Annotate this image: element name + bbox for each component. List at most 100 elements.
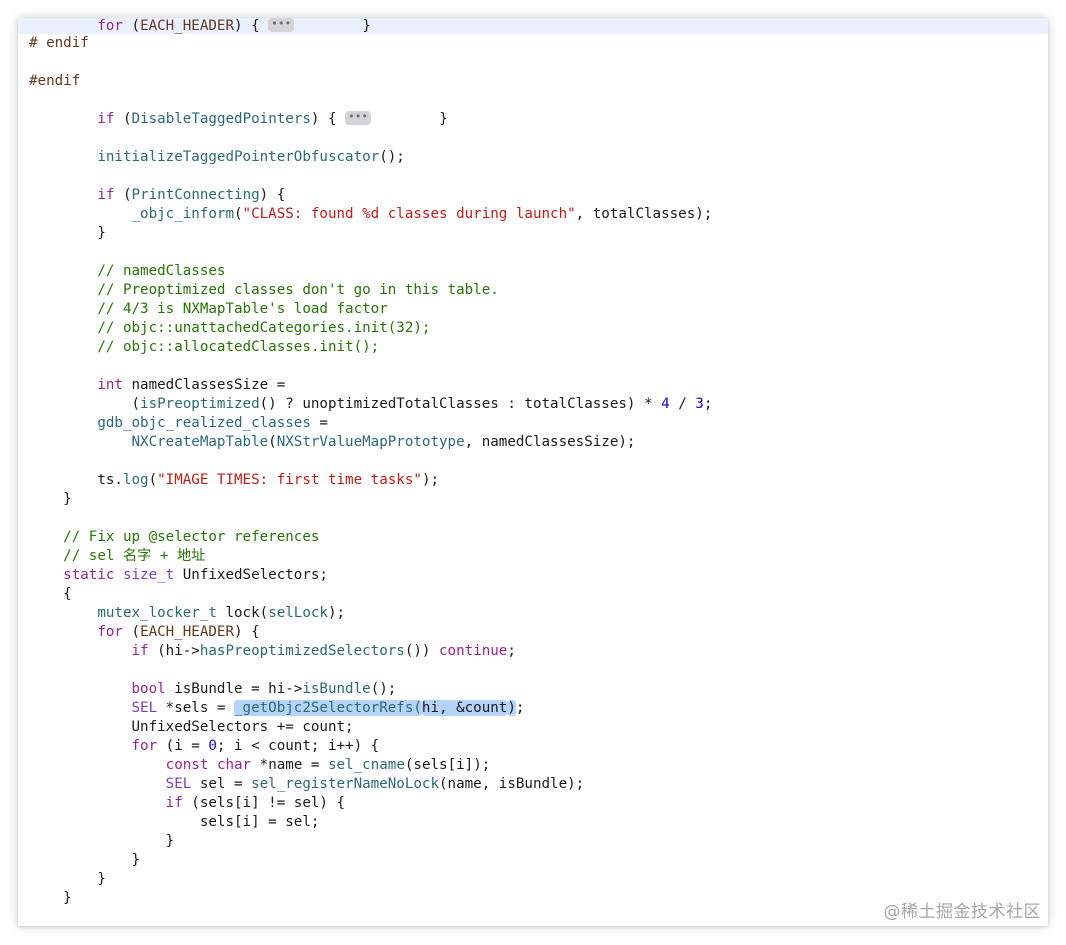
code-token: ts.	[29, 472, 123, 488]
code-line[interactable]	[18, 129, 1048, 148]
code-line[interactable]: // Preoptimized classes don't go in this…	[18, 281, 1048, 300]
code-line[interactable]: # endif	[18, 34, 1048, 53]
code-token: ;	[515, 700, 525, 716]
code-line[interactable]: static size_t UnfixedSelectors;	[18, 566, 1048, 585]
code-line[interactable]: _objc_inform("CLASS: found %d classes du…	[18, 205, 1048, 224]
code-token: lock(	[216, 605, 269, 621]
code-line[interactable]	[18, 243, 1048, 262]
code-line[interactable]: initializeTaggedPointerObfuscator();	[18, 148, 1048, 167]
code-token: /	[669, 396, 696, 412]
code-token: 3	[695, 396, 704, 412]
code-line[interactable]: }	[18, 224, 1048, 243]
code-line[interactable]: // namedClasses	[18, 262, 1048, 281]
code-line[interactable]: // objc::allocatedClasses.init();	[18, 338, 1048, 357]
selected-code-token: )	[507, 700, 516, 716]
code-line[interactable]: int namedClassesSize =	[18, 376, 1048, 395]
code-token: }	[29, 225, 106, 241]
code-line[interactable]: SEL sel = sel_registerNameNoLock(name, i…	[18, 775, 1048, 794]
code-token: (	[29, 396, 141, 412]
code-token: ) {	[234, 624, 260, 640]
code-line[interactable]	[18, 509, 1048, 528]
code-line[interactable]: if (PrintConnecting) {	[18, 186, 1048, 205]
code-line[interactable]	[18, 661, 1048, 680]
code-line[interactable]	[18, 53, 1048, 72]
code-line[interactable]: }	[18, 851, 1048, 870]
code-token: }	[29, 833, 175, 849]
code-line[interactable]: // objc::unattachedCategories.init(32);	[18, 319, 1048, 338]
code-line[interactable]: UnfixedSelectors += count;	[18, 718, 1048, 737]
code-token: // namedClasses	[97, 263, 226, 279]
code-line[interactable]: // 4/3 is NXMapTable's load factor	[18, 300, 1048, 319]
code-token: hasPreoptimizedSelectors	[199, 643, 405, 659]
code-line[interactable]: for (i = 0; i < count; i++) {	[18, 737, 1048, 756]
code-token: ) {	[259, 187, 286, 203]
code-fold-ellipsis-button[interactable]: •••	[268, 18, 295, 32]
code-line[interactable]: if (hi->hasPreoptimizedSelectors()) cont…	[18, 642, 1048, 661]
code-line[interactable]: }	[18, 490, 1048, 509]
code-token: ) {	[234, 18, 269, 34]
code-line[interactable]: // Fix up @selector references	[18, 528, 1048, 547]
code-token: (	[114, 187, 132, 203]
code-fold-ellipsis-button[interactable]: •••	[345, 111, 371, 125]
code-token: PrintConnecting	[131, 187, 260, 203]
code-token: }	[29, 491, 72, 507]
code-line[interactable]: for (EACH_HEADER) {	[18, 623, 1048, 642]
code-token: (	[234, 206, 243, 222]
code-token: sel =	[191, 776, 252, 792]
code-line[interactable]: const char *name = sel_cname(sels[i]);	[18, 756, 1048, 775]
code-line[interactable]	[18, 91, 1048, 110]
code-line[interactable]: SEL *sels = _getObjc2SelectorRefs(hi, &c…	[18, 699, 1048, 718]
code-token: (	[122, 624, 141, 640]
code-token: isBundle	[302, 681, 371, 697]
code-editor-window: for (EACH_HEADER) { ••• } # endif #endif i…	[18, 18, 1048, 926]
code-token: if	[97, 187, 115, 203]
code-line[interactable]: for (EACH_HEADER) { ••• }	[18, 18, 1048, 34]
code-token: for	[131, 738, 158, 754]
code-token: sel_cname	[327, 757, 405, 773]
code-token: 4	[661, 396, 670, 412]
code-line[interactable]	[18, 452, 1048, 471]
code-token: selLock	[268, 605, 328, 621]
code-token: (sels[i] != sel) {	[182, 795, 346, 811]
code-token: , namedClassesSize);	[464, 434, 636, 450]
code-token: );	[421, 472, 440, 488]
code-line[interactable]: bool isBundle = hi->isBundle();	[18, 680, 1048, 699]
code-token: ;	[507, 643, 516, 659]
code-line[interactable]: sels[i] = sel;	[18, 813, 1048, 832]
code-line[interactable]: NXCreateMapTable(NXStrValueMapPrototype,…	[18, 433, 1048, 452]
code-token: EACH_HEADER	[140, 624, 235, 640]
code-line[interactable]: mutex_locker_t lock(selLock);	[18, 604, 1048, 623]
code-line[interactable]: ts.log("IMAGE TIMES: first time tasks");	[18, 471, 1048, 490]
code-line[interactable]: (isPreoptimized() ? unoptimizedTotalClas…	[18, 395, 1048, 414]
code-line[interactable]	[18, 167, 1048, 186]
code-token: ();	[379, 149, 405, 165]
code-token: SEL	[165, 776, 192, 792]
code-line[interactable]: gdb_objc_realized_classes =	[18, 414, 1048, 433]
code-line[interactable]: // sel 名字 + 地址	[18, 547, 1048, 566]
code-line[interactable]: }	[18, 832, 1048, 851]
code-line[interactable]	[18, 357, 1048, 376]
code-token: , totalClasses);	[575, 206, 713, 222]
code-line[interactable]: {	[18, 585, 1048, 604]
code-token: char	[216, 757, 252, 773]
code-token: if	[131, 643, 149, 659]
code-line[interactable]: }	[18, 870, 1048, 889]
code-line[interactable]: #endif	[18, 72, 1048, 91]
code-token: const	[165, 757, 209, 773]
code-token: if	[97, 111, 115, 127]
code-editor[interactable]: for (EACH_HEADER) { ••• } # endif #endif i…	[18, 18, 1048, 908]
code-line[interactable]: if (DisableTaggedPointers) { ••• }	[18, 110, 1048, 129]
code-token: _objc_inform	[131, 206, 235, 222]
code-line[interactable]: if (sels[i] != sel) {	[18, 794, 1048, 813]
